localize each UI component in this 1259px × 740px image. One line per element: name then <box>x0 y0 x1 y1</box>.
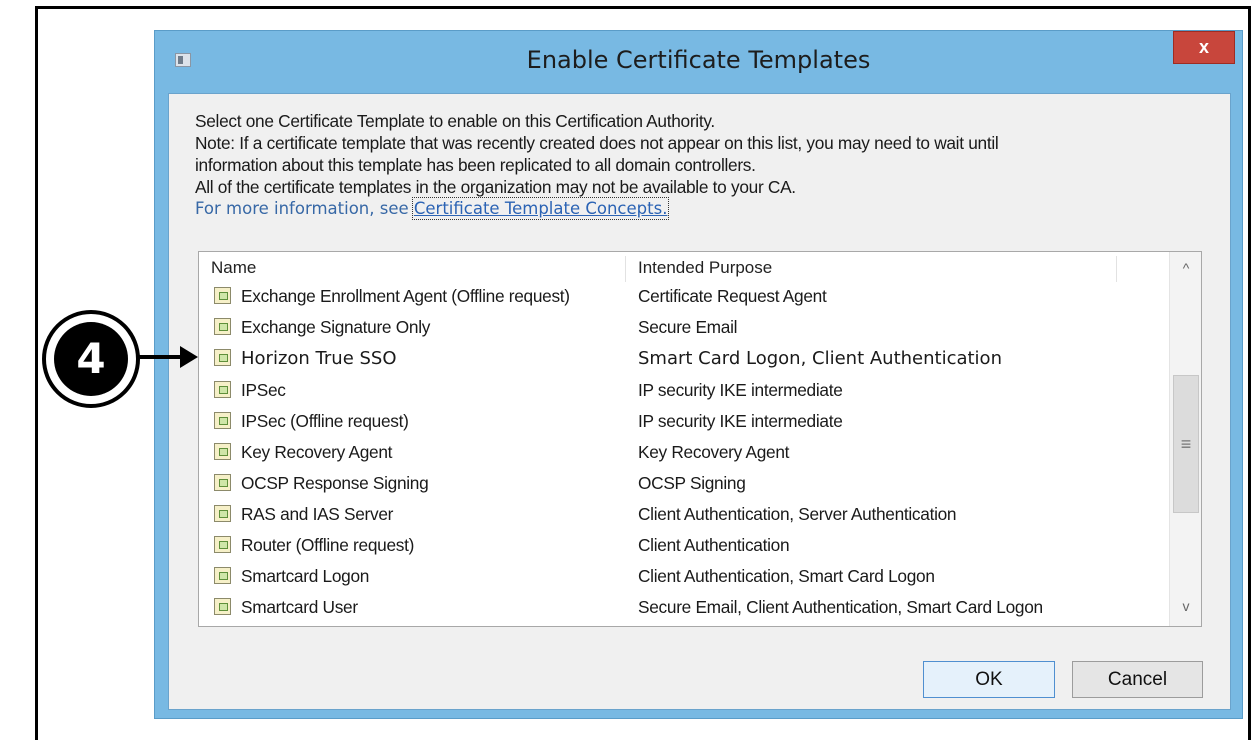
template-list[interactable]: Name Intended Purpose Exchange Enrollmen… <box>198 251 1202 627</box>
dialog-body: Select one Certificate Template to enabl… <box>168 93 1231 710</box>
template-purpose: Key Recovery Agent <box>638 442 790 462</box>
template-name: RAS and IAS Server <box>241 504 394 524</box>
list-header: Name Intended Purpose <box>199 252 1169 282</box>
list-item[interactable]: RAS and IAS Server Client Authentication… <box>199 501 1169 532</box>
certificate-template-icon <box>214 287 231 304</box>
ok-button[interactable]: OK <box>923 661 1055 698</box>
title-bar[interactable]: Enable Certificate Templates x <box>155 31 1242 93</box>
template-purpose: IP security IKE intermediate <box>638 380 843 400</box>
certificate-template-icon <box>214 318 231 335</box>
template-purpose: Smart Card Logon, Client Authentication <box>638 348 1002 369</box>
certificate-template-icon <box>214 381 231 398</box>
template-purpose: IP security IKE intermediate <box>638 411 843 431</box>
dialog-title: Enable Certificate Templates <box>526 46 871 74</box>
template-name: Exchange Signature Only <box>241 317 431 337</box>
list-item[interactable]: IPSec (Offline request) IP security IKE … <box>199 408 1169 439</box>
column-header-name[interactable]: Name <box>211 258 256 278</box>
template-name: Smartcard Logon <box>241 566 370 586</box>
certificate-template-icon <box>214 567 231 584</box>
more-info-prefix: For more information, see <box>195 199 414 218</box>
callout-arrow-icon <box>180 346 198 368</box>
certificate-template-icon <box>214 349 231 366</box>
certificate-template-concepts-link[interactable]: Certificate Template Concepts. <box>411 197 670 220</box>
template-purpose: Client Authentication <box>638 535 790 555</box>
close-button[interactable]: x <box>1173 31 1235 64</box>
cancel-button[interactable]: Cancel <box>1072 661 1203 698</box>
more-info-line: For more information, see Certificate Te… <box>195 197 998 220</box>
template-name: IPSec (Offline request) <box>241 411 409 431</box>
certificate-template-icon <box>214 536 231 553</box>
template-name: Horizon True SSO <box>241 348 397 369</box>
template-name: Smartcard User <box>241 597 358 617</box>
info-text: Select one Certificate Template to enabl… <box>195 110 999 220</box>
template-purpose: Client Authentication, Smart Card Logon <box>638 566 935 586</box>
scroll-thumb[interactable]: ≡ <box>1173 375 1199 513</box>
column-header-purpose[interactable]: Intended Purpose <box>638 258 772 278</box>
template-purpose: Secure Email <box>638 317 738 337</box>
template-name: Router (Offline request) <box>241 535 415 555</box>
scroll-down-icon[interactable]: v <box>1170 592 1201 620</box>
info-line: Select one Certificate Template to enabl… <box>195 111 715 131</box>
list-item[interactable]: Exchange Enrollment Agent (Offline reque… <box>199 283 1169 314</box>
template-purpose: Client Authentication, Server Authentica… <box>638 504 957 524</box>
template-purpose: Certificate Request Agent <box>638 286 827 306</box>
certificate-template-icon <box>214 505 231 522</box>
certificate-template-icon <box>214 443 231 460</box>
template-name: OCSP Response Signing <box>241 473 429 493</box>
list-item[interactable]: Router (Offline request) Client Authenti… <box>199 532 1169 563</box>
list-item-horizon-true-sso[interactable]: Horizon True SSO Smart Card Logon, Clien… <box>199 345 1169 376</box>
list-item[interactable]: OCSP Response Signing OCSP Signing <box>199 470 1169 501</box>
scroll-up-icon[interactable]: ^ <box>1170 254 1201 282</box>
certificate-template-icon <box>214 474 231 491</box>
list-item[interactable]: Exchange Signature Only Secure Email <box>199 314 1169 345</box>
column-divider[interactable] <box>625 256 626 282</box>
certificate-template-icon <box>214 598 231 615</box>
step-number: 4 <box>54 322 128 396</box>
callout-arrow-line <box>139 355 183 359</box>
step-callout: 4 <box>42 310 140 408</box>
list-item[interactable]: Smartcard Logon Client Authentication, S… <box>199 563 1169 594</box>
info-line: Note: If a certificate template that was… <box>195 133 999 153</box>
info-line: information about this template has been… <box>195 155 756 175</box>
info-line: All of the certificate templates in the … <box>195 177 796 197</box>
list-item[interactable]: IPSec IP security IKE intermediate <box>199 377 1169 408</box>
template-name: Key Recovery Agent <box>241 442 393 462</box>
column-divider[interactable] <box>1116 256 1117 282</box>
template-name: Exchange Enrollment Agent (Offline reque… <box>241 286 570 306</box>
enable-certificate-templates-dialog: Enable Certificate Templates x Select on… <box>154 30 1243 719</box>
template-purpose: OCSP Signing <box>638 473 746 493</box>
template-purpose: Secure Email, Client Authentication, Sma… <box>638 597 1043 617</box>
list-item[interactable]: Smartcard User Secure Email, Client Auth… <box>199 594 1169 625</box>
template-name: IPSec <box>241 380 286 400</box>
certificate-template-icon <box>214 412 231 429</box>
list-item[interactable]: Key Recovery Agent Key Recovery Agent <box>199 439 1169 470</box>
vertical-scrollbar[interactable]: ^ ≡ v <box>1169 252 1201 626</box>
